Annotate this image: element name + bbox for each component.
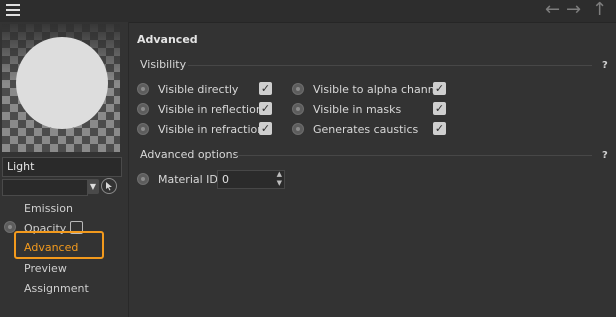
material-dropdown[interactable]	[2, 179, 88, 196]
visible-in-masks-checkbox[interactable]: ✓	[433, 102, 446, 115]
visible-in-refractions-radio[interactable]	[137, 123, 149, 135]
nav-item-preview[interactable]: Preview	[24, 262, 67, 275]
visible-directly-radio[interactable]	[137, 83, 149, 95]
hamburger-menu-icon[interactable]	[6, 4, 21, 17]
visible-to-alpha-radio[interactable]	[292, 83, 304, 95]
material-preview	[2, 24, 120, 152]
visible-in-refractions-checkbox[interactable]: ✓	[259, 122, 272, 135]
chevron-down-icon[interactable]: ▼	[87, 179, 99, 194]
visible-to-alpha-label: Visible to alpha channel	[313, 83, 445, 96]
generates-caustics-checkbox[interactable]: ✓	[433, 122, 446, 135]
nav-item-assignment[interactable]: Assignment	[24, 282, 89, 295]
visible-to-alpha-checkbox[interactable]: ✓	[433, 82, 446, 95]
help-icon[interactable]: ?	[602, 60, 608, 71]
arrow-up-icon[interactable]: ↑	[592, 1, 607, 19]
material-id-radio[interactable]	[137, 173, 149, 185]
visible-in-masks-radio[interactable]	[292, 103, 304, 115]
generates-caustics-radio[interactable]	[292, 123, 304, 135]
preview-sphere	[16, 37, 108, 129]
arrow-left-icon[interactable]: ←	[545, 1, 560, 19]
visible-in-masks-label: Visible in masks	[313, 103, 402, 116]
help-icon[interactable]: ?	[602, 150, 608, 161]
material-id-stepper[interactable]: 0 ▲ ▼	[217, 170, 285, 189]
visible-directly-label: Visible directly	[158, 83, 239, 96]
visibility-section-title: Visibility	[140, 58, 187, 71]
visible-in-reflections-checkbox[interactable]: ✓	[259, 102, 272, 115]
arrow-right-icon[interactable]: →	[566, 1, 581, 19]
generates-caustics-label: Generates caustics	[313, 123, 419, 136]
visible-in-reflections-radio[interactable]	[137, 103, 149, 115]
section-divider	[188, 65, 592, 66]
nav-item-emission[interactable]: Emission	[24, 202, 73, 215]
visible-in-reflections-label: Visible in reflections	[158, 103, 269, 116]
material-name-field[interactable]: Light	[2, 157, 122, 177]
section-divider	[236, 155, 592, 156]
material-id-label: Material ID	[158, 173, 218, 186]
picker-icon[interactable]	[101, 178, 117, 194]
top-toolbar: ← → ↑	[0, 0, 616, 23]
stepper-arrows-icon[interactable]: ▲ ▼	[277, 170, 282, 188]
visible-directly-checkbox[interactable]: ✓	[259, 82, 272, 95]
advanced-options-section-title: Advanced options	[140, 148, 239, 161]
page-title: Advanced	[137, 33, 198, 46]
nav-item-advanced[interactable]: Advanced	[24, 241, 78, 254]
visible-in-refractions-label: Visible in refractions	[158, 123, 270, 136]
